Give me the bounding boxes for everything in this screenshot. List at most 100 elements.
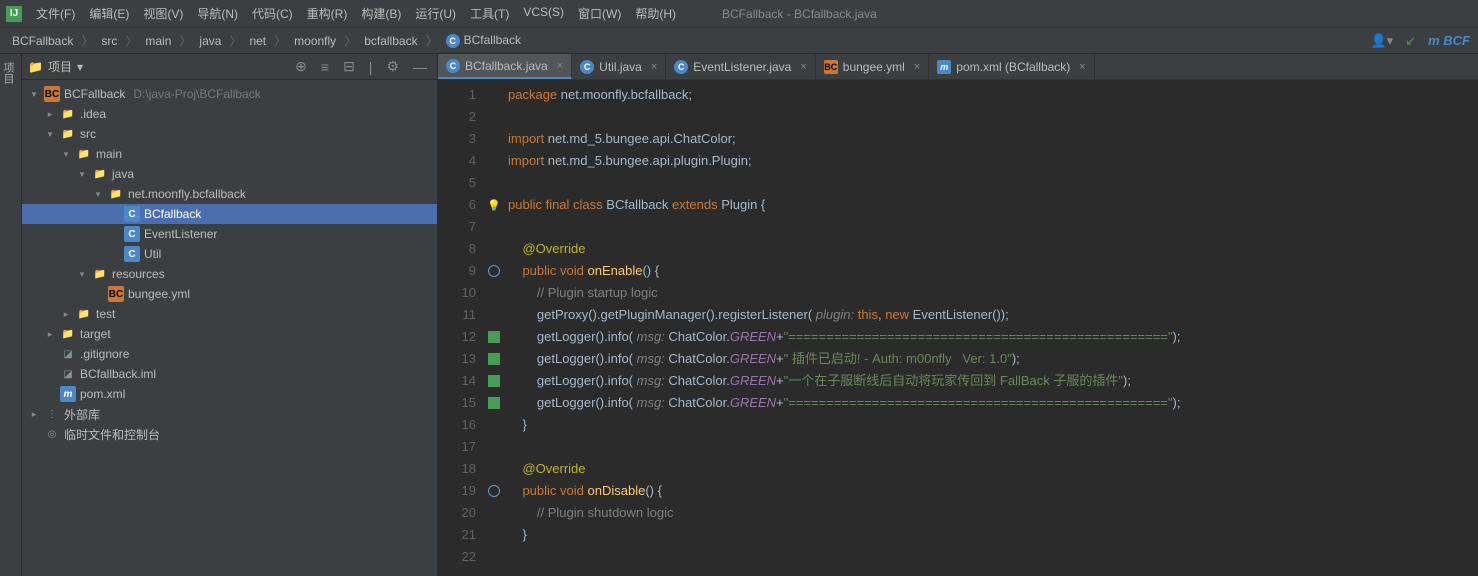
tree-row[interactable]: ▾📁src: [22, 124, 437, 144]
tree-row[interactable]: ▾📁main: [22, 144, 437, 164]
menu-item[interactable]: 导航(N): [191, 2, 244, 25]
tree-label: BCFallback: [64, 87, 125, 101]
file-icon: 📁: [92, 166, 108, 182]
tree-label: Util: [144, 247, 161, 261]
tree-label: test: [96, 307, 115, 321]
file-icon: ⋮: [44, 406, 60, 422]
breadcrumb-item[interactable]: moonfly: [290, 33, 340, 49]
build-icon[interactable]: ↙: [1405, 33, 1416, 49]
editor-tab[interactable]: BCbungee.yml×: [816, 54, 929, 79]
menu-item[interactable]: 帮助(H): [629, 2, 682, 25]
breadcrumb-item[interactable]: BCFallback: [8, 33, 77, 49]
tree-row[interactable]: ◎临时文件和控制台: [22, 424, 437, 444]
menu-item[interactable]: 代码(C): [246, 2, 299, 25]
file-icon: m: [60, 386, 76, 402]
tree-row[interactable]: ▾📁net.moonfly.bcfallback: [22, 184, 437, 204]
code-content[interactable]: package net.moonfly.bcfallback;import ne…: [504, 80, 1478, 576]
tree-label: 外部库: [64, 406, 100, 423]
file-icon: 📁: [60, 126, 76, 142]
menu-item[interactable]: 重构(R): [301, 2, 354, 25]
file-icon: 📁: [92, 266, 108, 282]
project-sidebar: 📁 项目 ▾ ⊕ ≡ ⊟ | ⚙ — ▾BCBCFallbackD:\java-…: [22, 54, 438, 576]
tree-row[interactable]: C EventListener: [22, 224, 437, 244]
breadcrumb-item[interactable]: CBCfallback: [442, 32, 525, 49]
file-icon: C: [124, 206, 140, 222]
tree-row[interactable]: C BCfallback: [22, 204, 437, 224]
tree-row[interactable]: CUtil: [22, 244, 437, 264]
close-icon[interactable]: ×: [557, 60, 563, 72]
menubar: 文件(F)编辑(E)视图(V)导航(N)代码(C)重构(R)构建(B)运行(U)…: [30, 2, 682, 25]
tree-row[interactable]: ▾📁java: [22, 164, 437, 184]
project-tree[interactable]: ▾BCBCFallbackD:\java-Proj\BCFallback▸📁.i…: [22, 80, 437, 576]
editor-body[interactable]: 12345678910111213141516171819202122 💡 pa…: [438, 80, 1478, 576]
breadcrumb-item[interactable]: src: [97, 33, 121, 49]
file-icon: 📁: [60, 326, 76, 342]
menu-item[interactable]: 工具(T): [464, 2, 515, 25]
tree-row[interactable]: ▸⋮外部库: [22, 404, 437, 424]
maven-badge[interactable]: m BCF: [1428, 33, 1470, 48]
user-icon[interactable]: 👤▾: [1370, 33, 1393, 49]
tree-row[interactable]: ◪BCfallback.iml: [22, 364, 437, 384]
divider: |: [365, 57, 377, 77]
titlebar: IJ 文件(F)编辑(E)视图(V)导航(N)代码(C)重构(R)构建(B)运行…: [0, 0, 1478, 28]
expand-icon[interactable]: ≡: [317, 57, 333, 77]
tree-row[interactable]: ▸📁target: [22, 324, 437, 344]
tree-label: 临时文件和控制台: [64, 426, 160, 443]
tree-label: BCfallback: [144, 207, 201, 221]
tree-label: target: [80, 327, 111, 341]
menu-item[interactable]: 构建(B): [355, 2, 407, 25]
sidebar-header: 📁 项目 ▾ ⊕ ≡ ⊟ | ⚙ —: [22, 54, 437, 80]
tree-row[interactable]: ▾BCBCFallbackD:\java-Proj\BCFallback: [22, 84, 437, 104]
menu-item[interactable]: 运行(U): [409, 2, 462, 25]
breadcrumb-item[interactable]: bcfallback: [360, 33, 421, 49]
tree-row[interactable]: m pom.xml: [22, 384, 437, 404]
file-icon: C: [124, 226, 140, 242]
tree-label: pom.xml: [80, 387, 125, 401]
menu-item[interactable]: 窗口(W): [572, 2, 627, 25]
hide-icon[interactable]: —: [409, 57, 431, 77]
main-area: 项目 📁 项目 ▾ ⊕ ≡ ⊟ | ⚙ — ▾BCBCFallbackD:\ja…: [0, 54, 1478, 576]
file-icon: ◪: [60, 346, 76, 362]
menu-item[interactable]: 编辑(E): [83, 2, 135, 25]
editor-tab[interactable]: CBCfallback.java×: [438, 54, 572, 79]
close-icon[interactable]: ×: [651, 61, 657, 73]
tree-row[interactable]: ▸📁.idea: [22, 104, 437, 124]
breadcrumb-item[interactable]: main: [141, 33, 175, 49]
close-icon[interactable]: ×: [800, 61, 806, 73]
editor-tabs: CBCfallback.java×CUtil.java×CEventListen…: [438, 54, 1478, 80]
gear-icon[interactable]: ⚙: [382, 56, 403, 77]
close-icon[interactable]: ×: [1079, 61, 1085, 73]
tree-label: .idea: [80, 107, 106, 121]
editor-tab[interactable]: CEventListener.java×: [666, 54, 816, 79]
line-numbers: 12345678910111213141516171819202122: [438, 80, 484, 576]
tree-label: net.moonfly.bcfallback: [128, 187, 246, 201]
file-icon: BC: [44, 86, 60, 102]
file-icon: 📁: [108, 186, 124, 202]
file-icon: 📁: [76, 306, 92, 322]
tree-row[interactable]: ▸📁test: [22, 304, 437, 324]
close-icon[interactable]: ×: [914, 61, 920, 73]
tree-label: EventListener: [144, 227, 217, 241]
breadcrumb-item[interactable]: java: [195, 33, 225, 49]
app-icon: IJ: [6, 6, 22, 22]
menu-item[interactable]: 视图(V): [137, 2, 189, 25]
editor-tab[interactable]: mpom.xml (BCfallback)×: [929, 54, 1094, 79]
window-title: BCFallback - BCfallback.java: [722, 7, 877, 21]
tree-label: resources: [112, 267, 165, 281]
menu-item[interactable]: VCS(S): [517, 2, 570, 25]
file-icon: BC: [108, 286, 124, 302]
tree-label: bungee.yml: [128, 287, 190, 301]
locate-icon[interactable]: ⊕: [291, 56, 311, 77]
tree-row[interactable]: BC bungee.yml: [22, 284, 437, 304]
collapse-icon[interactable]: ⊟: [339, 56, 359, 77]
file-icon: 📁: [60, 106, 76, 122]
editor-tab[interactable]: CUtil.java×: [572, 54, 666, 79]
tool-window-stripe[interactable]: 项目: [0, 54, 22, 576]
editor-area: CBCfallback.java×CUtil.java×CEventListen…: [438, 54, 1478, 576]
tree-label: BCfallback.iml: [80, 367, 156, 381]
menu-item[interactable]: 文件(F): [30, 2, 81, 25]
breadcrumb-item[interactable]: net: [245, 33, 270, 49]
tree-row[interactable]: ▾📁resources: [22, 264, 437, 284]
tree-label: src: [80, 127, 96, 141]
tree-row[interactable]: ◪.gitignore: [22, 344, 437, 364]
